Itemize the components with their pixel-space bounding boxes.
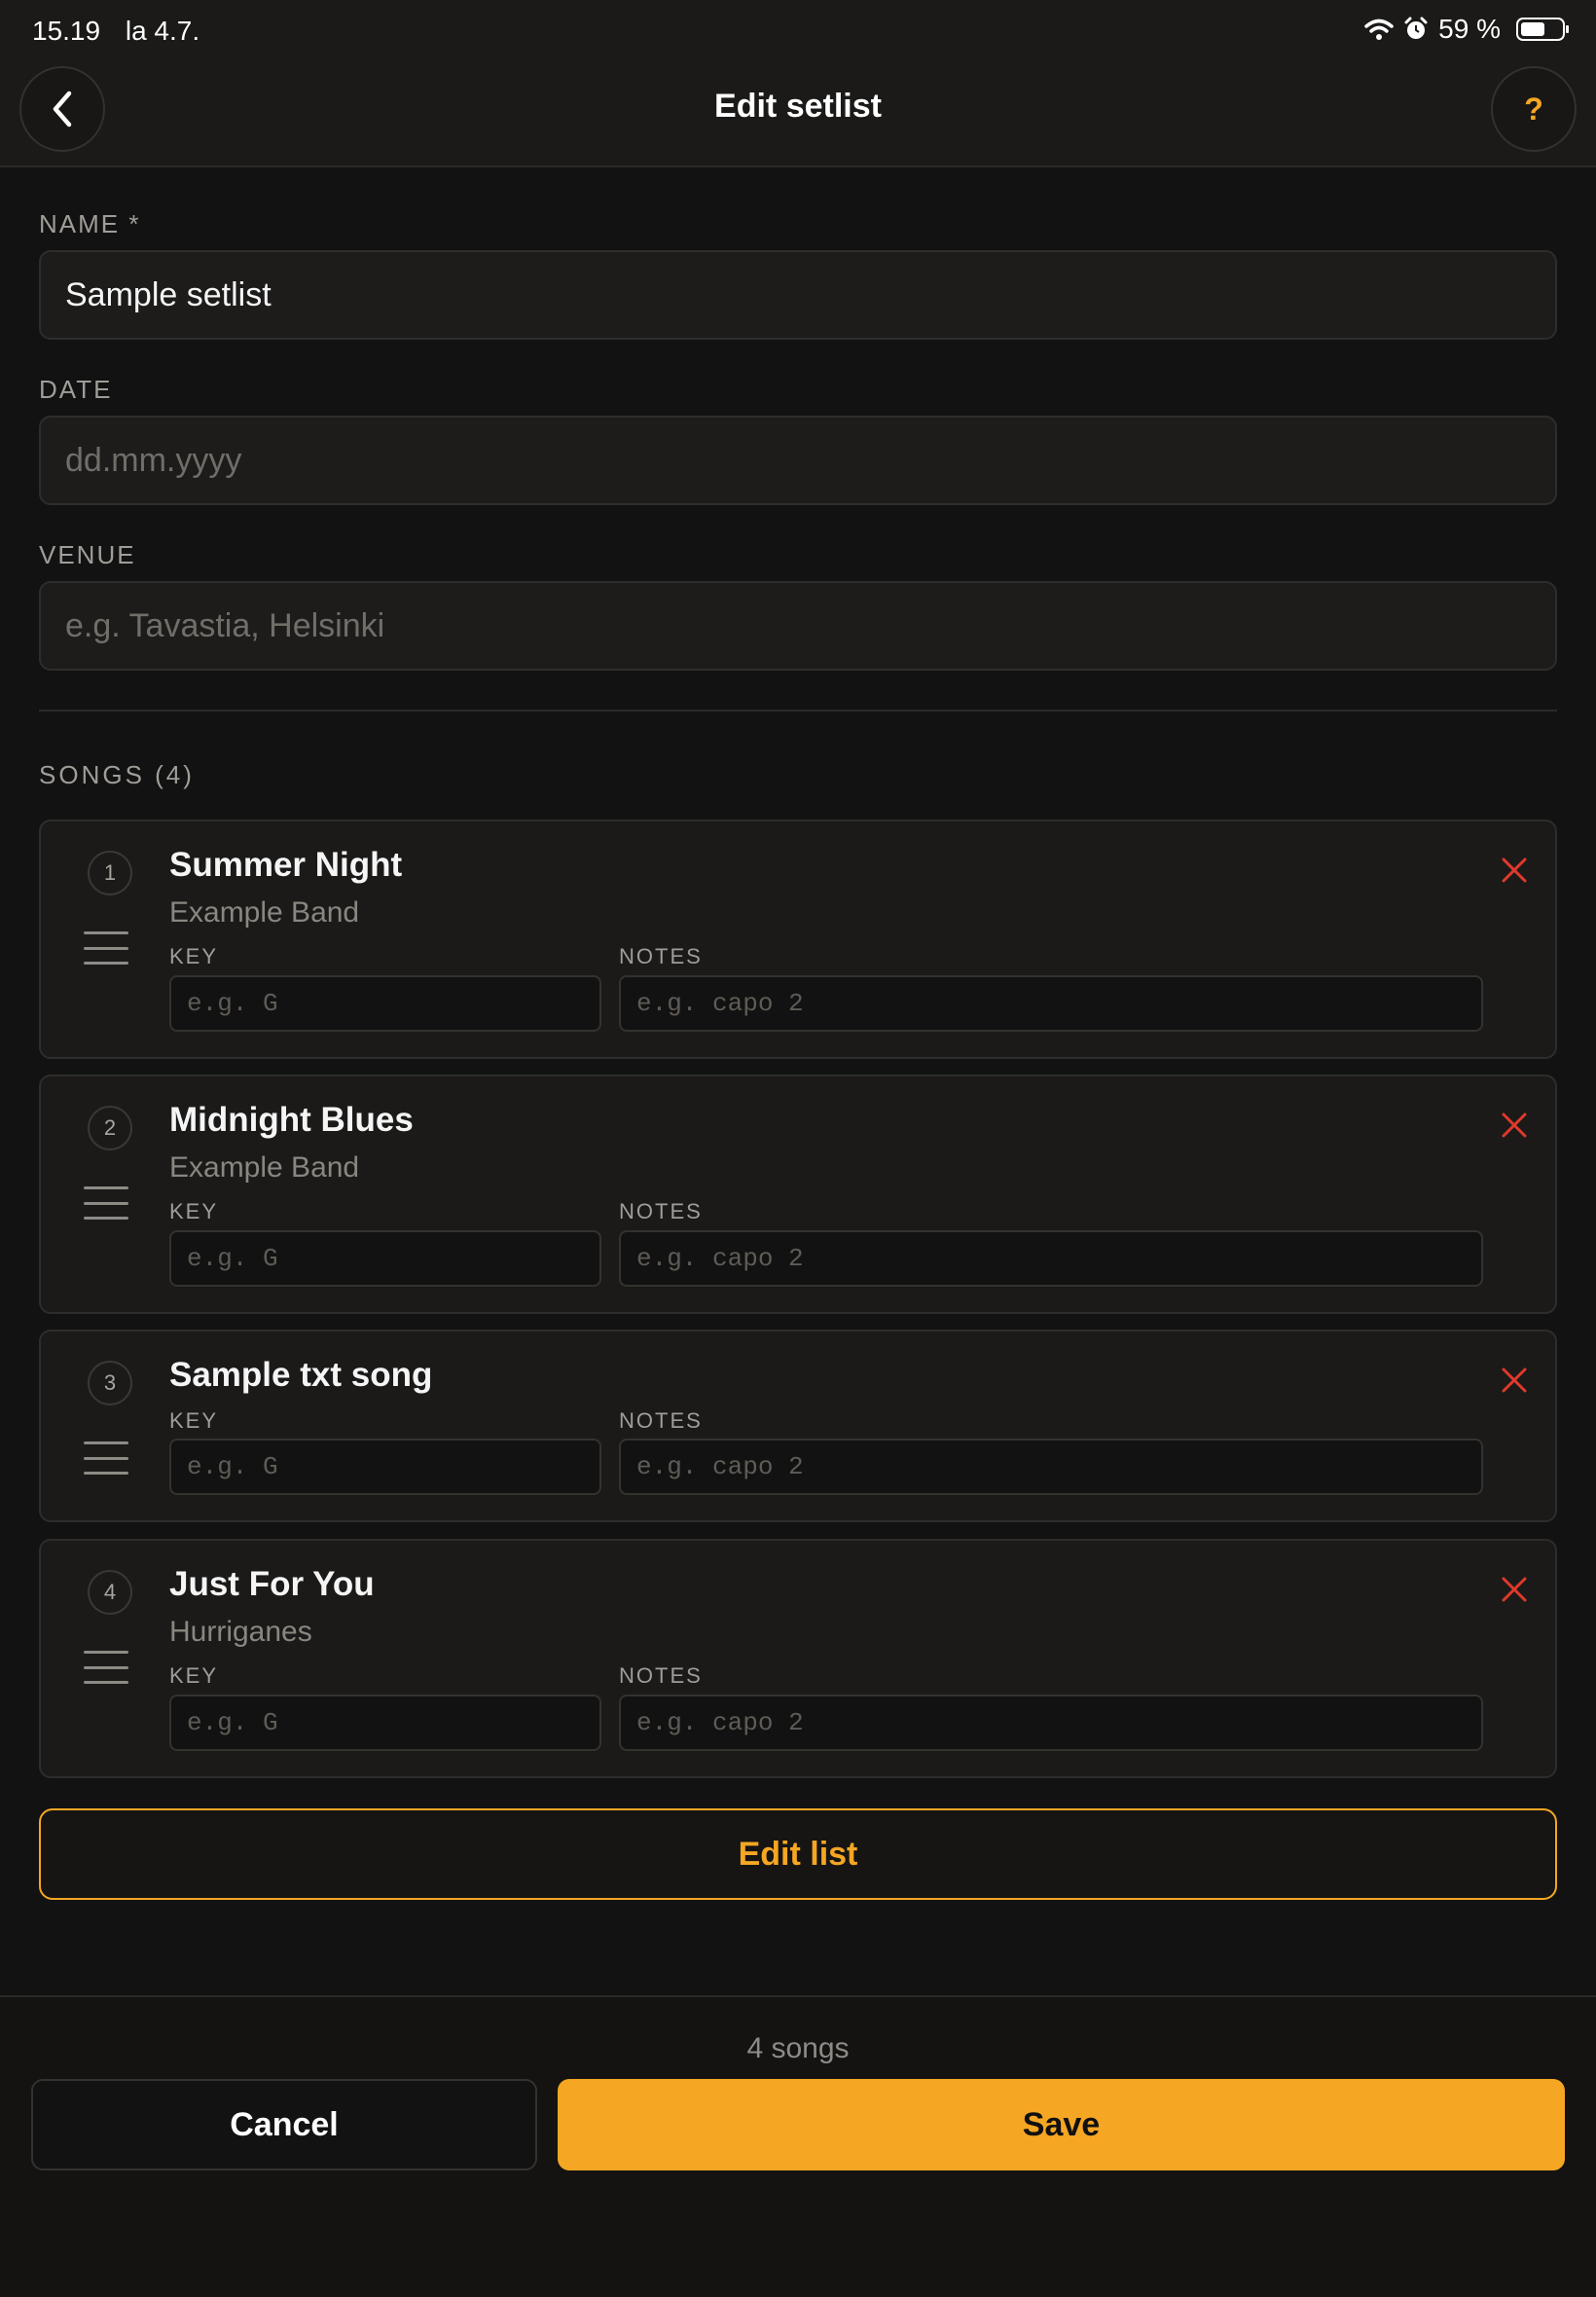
notes-input-placeholder: e.g. capo 2 [636,989,804,1018]
song-card: 2 Midnight Blues Example Band KEY NOTES … [39,1075,1557,1314]
section-divider [39,710,1557,711]
date-field[interactable]: dd.mm.yyyy [39,416,1557,505]
notes-label: NOTES [619,1408,703,1433]
help-icon: ? [1524,91,1543,127]
key-input[interactable]: e.g. G [169,1439,601,1495]
key-label: KEY [169,944,219,968]
song-artist: Example Band [169,896,360,929]
notes-label: NOTES [619,944,703,968]
key-label: KEY [169,1408,219,1433]
song-number-badge: 2 [88,1106,132,1150]
key-input-placeholder: e.g. G [187,1708,278,1737]
save-button[interactable]: Save [558,2079,1565,2170]
song-number-badge: 3 [88,1361,132,1405]
song-title: Midnight Blues [169,1101,414,1139]
edit-list-button[interactable]: Edit list [39,1808,1557,1900]
key-input[interactable]: e.g. G [169,975,601,1032]
date-label: DATE [39,375,113,404]
drag-handle-icon[interactable] [84,1441,128,1475]
notes-input-placeholder: e.g. capo 2 [636,1452,804,1481]
notes-input[interactable]: e.g. capo 2 [619,1230,1483,1287]
song-artist: Hurriganes [169,1616,312,1648]
remove-song-button[interactable] [1495,1361,1534,1400]
notes-label: NOTES [619,1199,703,1223]
notes-input-placeholder: e.g. capo 2 [636,1708,804,1737]
key-input[interactable]: e.g. G [169,1230,601,1287]
battery-icon [1516,18,1569,41]
page-title: Edit setlist [714,88,882,125]
song-title: Summer Night [169,846,403,884]
wifi-icon [1364,18,1394,40]
edit-list-label: Edit list [738,1835,858,1873]
footer-bar: 4 songs Cancel Save [0,1995,1596,2297]
status-bar: 15.19 la 4.7. 59 % [0,0,1596,58]
name-field[interactable]: Sample setlist [39,250,1557,340]
status-indicators: 59 % [1364,14,1569,45]
alarm-icon [1404,17,1428,39]
song-number-badge: 4 [88,1570,132,1615]
song-number-badge: 1 [88,851,132,895]
cancel-button[interactable]: Cancel [31,2079,537,2170]
notes-input-placeholder: e.g. capo 2 [636,1244,804,1273]
song-card: 1 Summer Night Example Band KEY NOTES e.… [39,820,1557,1059]
app-header: Edit setlist ? [0,58,1596,167]
song-card: 3 Sample txt song KEY NOTES e.g. G e.g. … [39,1330,1557,1522]
key-input-placeholder: e.g. G [187,1452,278,1481]
key-label: KEY [169,1663,219,1688]
song-count-text: 4 songs [746,2032,850,2064]
cancel-button-label: Cancel [230,2105,339,2143]
drag-handle-icon[interactable] [84,931,128,965]
key-input[interactable]: e.g. G [169,1695,601,1751]
venue-field-placeholder: e.g. Tavastia, Helsinki [65,606,385,644]
song-artist: Example Band [169,1151,360,1184]
drag-handle-icon[interactable] [84,1186,128,1220]
notes-label: NOTES [619,1663,703,1688]
key-input-placeholder: e.g. G [187,989,278,1018]
song-title: Sample txt song [169,1356,433,1394]
close-icon [1502,1577,1527,1602]
key-input-placeholder: e.g. G [187,1244,278,1273]
date-field-placeholder: dd.mm.yyyy [65,441,242,479]
remove-song-button[interactable] [1495,1570,1534,1609]
name-label: NAME * [39,209,141,238]
song-card: 4 Just For You Hurriganes KEY NOTES e.g.… [39,1539,1557,1778]
close-icon [1502,1112,1527,1138]
songs-section-label: SONGS (4) [39,760,195,789]
status-time: 15.19 la 4.7. [32,16,200,47]
remove-song-button[interactable] [1495,1106,1534,1145]
status-time-text: 15.19 [32,16,101,46]
key-label: KEY [169,1199,219,1223]
notes-input[interactable]: e.g. capo 2 [619,1439,1483,1495]
notes-input[interactable]: e.g. capo 2 [619,975,1483,1032]
name-field-value: Sample setlist [65,275,272,313]
notes-input[interactable]: e.g. capo 2 [619,1695,1483,1751]
help-button[interactable]: ? [1491,66,1577,152]
song-title: Just For You [169,1565,375,1603]
close-icon [1502,1367,1527,1393]
venue-field[interactable]: e.g. Tavastia, Helsinki [39,581,1557,671]
drag-handle-icon[interactable] [84,1651,128,1684]
battery-percent: 59 % [1438,14,1501,44]
venue-label: VENUE [39,540,136,569]
remove-song-button[interactable] [1495,851,1534,890]
status-date-text: la 4.7. [125,16,200,46]
save-button-label: Save [1022,2105,1101,2143]
close-icon [1502,857,1527,883]
